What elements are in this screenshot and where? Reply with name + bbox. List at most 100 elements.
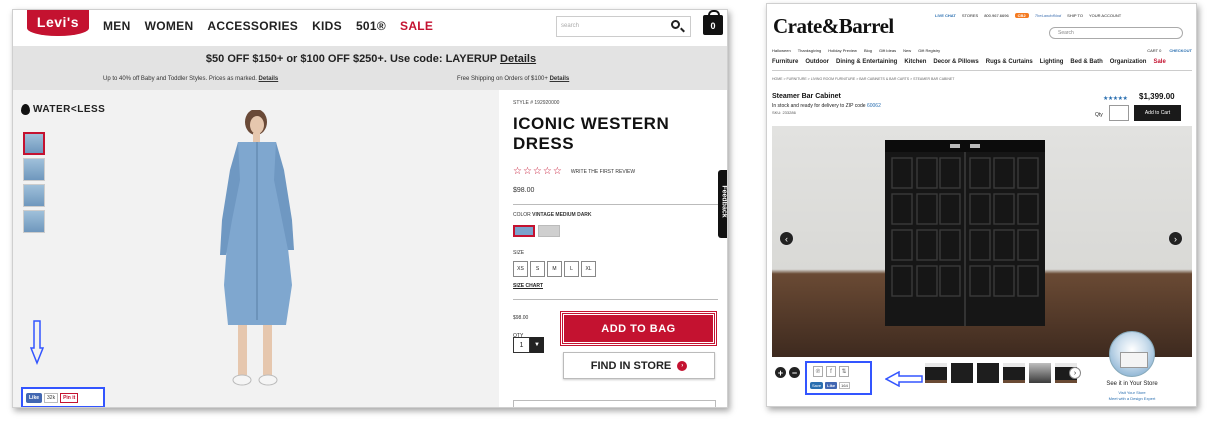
category-item[interactable]: Dining & Entertaining — [836, 59, 897, 65]
zoom-out-icon[interactable]: − — [789, 367, 800, 378]
levis-header: Levi's MEN WOMEN ACCESSORIES KIDS 501® S… — [13, 10, 727, 46]
meet-expert-link[interactable]: Meet with a Design Expert — [1089, 396, 1175, 401]
category-item[interactable]: Bed & Bath — [1070, 59, 1102, 65]
add-to-cart-button[interactable]: Add to Cart — [1134, 105, 1181, 121]
category-item[interactable]: Outdoor — [805, 59, 829, 65]
zoom-in-icon[interactable]: + — [775, 367, 786, 378]
nav-kids[interactable]: KIDS — [312, 19, 342, 33]
nav-sale[interactable]: SALE — [400, 19, 433, 33]
crate-logo[interactable]: Crate&Barrel — [773, 14, 894, 39]
thumbnail[interactable] — [23, 158, 45, 181]
qty-input[interactable] — [1109, 105, 1129, 121]
thumbnail[interactable] — [1029, 363, 1051, 383]
size-option[interactable]: L — [564, 261, 579, 277]
color-row: COLOR VINTAGE MEDIUM DARK — [513, 212, 718, 218]
product-title: ICONIC WESTERN DRESS — [513, 114, 670, 153]
account-link[interactable]: YOUR ACCOUNT — [1089, 13, 1121, 18]
facebook-like-button[interactable]: Like — [26, 392, 43, 403]
levis-search-input[interactable]: search — [556, 16, 691, 37]
cart-link[interactable]: CART 0 — [1147, 48, 1161, 53]
waterless-badge: WATER<LESS — [21, 104, 105, 115]
zip-link[interactable]: 60062 — [867, 103, 881, 109]
util-link[interactable]: Thanksgiving — [798, 48, 822, 53]
size-option[interactable]: M — [547, 261, 562, 277]
facebook-icon[interactable]: f — [826, 366, 836, 377]
bag-count: 0 — [710, 21, 716, 31]
category-item[interactable]: Decor & Pillows — [933, 59, 978, 65]
thumbnail[interactable] — [951, 363, 973, 383]
nav-men[interactable]: MEN — [103, 19, 131, 33]
pinterest-icon[interactable]: ℗ — [813, 366, 823, 377]
util-link[interactable]: Blog — [864, 48, 872, 53]
nav-501[interactable]: 501® — [356, 19, 386, 33]
live-chat-link[interactable]: LIVE CHAT — [935, 13, 956, 18]
util-link[interactable]: Halloween — [772, 48, 791, 53]
visit-store-link[interactable]: Visit Your Store — [1089, 390, 1175, 395]
category-item[interactable]: Furniture — [772, 59, 798, 65]
color-value: VINTAGE MEDIUM DARK — [532, 212, 592, 218]
next-image-button[interactable]: › — [1168, 231, 1183, 246]
divider — [513, 204, 718, 205]
cb2-link[interactable]: CB2 — [1014, 13, 1029, 18]
land-of-nod-link[interactable]: TheLandofNod — [1035, 13, 1061, 18]
facebook-like-button[interactable]: Like — [825, 382, 838, 389]
search-placeholder: Search — [1058, 30, 1074, 36]
util-link[interactable]: Gift Ideas — [879, 48, 896, 53]
category-item[interactable]: Kitchen — [904, 59, 926, 65]
size-label: SIZE — [513, 250, 525, 256]
search-icon[interactable] — [671, 20, 680, 29]
checkout-link[interactable]: CHECKOUT — [1169, 48, 1192, 53]
nav-accessories[interactable]: ACCESSORIES — [207, 19, 298, 33]
thumbnail[interactable] — [1003, 363, 1025, 383]
thumbnail[interactable] — [23, 184, 45, 207]
util-link[interactable]: Holiday Preview — [828, 48, 857, 53]
category-sale[interactable]: Sale — [1153, 59, 1165, 65]
nav-women[interactable]: WOMEN — [145, 19, 194, 33]
stores-link[interactable]: STORES — [962, 13, 978, 18]
pinterest-pin-button[interactable]: Pin it — [60, 392, 79, 403]
previous-image-button[interactable]: ‹ — [779, 231, 794, 246]
promo-sub-baby-link[interactable]: Details — [259, 76, 279, 82]
ship-to[interactable]: SHIP TO — [1067, 13, 1083, 18]
see-in-store-label: See it in Your Store — [1106, 381, 1158, 387]
category-item[interactable]: Rugs & Curtains — [986, 59, 1033, 65]
feedback-tab[interactable]: Feedback — [718, 170, 727, 238]
chevron-right-icon: › — [677, 360, 688, 371]
water-drop-icon — [21, 104, 30, 115]
write-review-link[interactable]: WRITE THE FIRST REVIEW — [571, 169, 635, 175]
thumbnail[interactable] — [977, 363, 999, 383]
share-icon[interactable]: ⇅ — [839, 366, 849, 377]
category-item[interactable]: Organization — [1110, 59, 1147, 65]
promo-details-link[interactable]: Details — [500, 53, 536, 65]
store-photo[interactable] — [1109, 331, 1155, 377]
swatch-selected[interactable] — [513, 225, 535, 237]
size-options: XS S M L XL — [513, 261, 718, 277]
util-link[interactable]: New — [903, 48, 911, 53]
thumbnail[interactable] — [925, 363, 947, 383]
sku: SKU: 233286 — [772, 110, 796, 115]
size-option[interactable]: S — [530, 261, 545, 277]
swatch[interactable] — [538, 225, 560, 237]
chevron-right-icon[interactable]: › — [1069, 367, 1081, 379]
breadcrumb[interactable]: HOME > FURNITURE > LIVING ROOM FURNITURE… — [772, 77, 954, 81]
chevron-down-icon[interactable]: ▼ — [530, 337, 544, 353]
size-option[interactable]: XL — [581, 261, 596, 277]
qty-select[interactable]: 1 ▼ — [513, 337, 544, 353]
add-to-bag-button[interactable]: ADD TO BAG — [560, 311, 717, 346]
size-chart-link[interactable]: SIZE CHART — [513, 283, 718, 289]
find-in-store-button[interactable]: FIND IN STORE › — [563, 352, 715, 379]
thumbnail[interactable] — [23, 210, 45, 233]
category-item[interactable]: Lighting — [1040, 59, 1064, 65]
crate-search-input[interactable]: Search — [1049, 27, 1183, 39]
levis-logo[interactable]: Levi's — [27, 10, 89, 36]
util-link[interactable]: Gift Registry — [918, 48, 940, 53]
thumbnail-strip — [925, 363, 1077, 383]
promo-sub-shipping-link[interactable]: Details — [550, 76, 570, 82]
size-option[interactable]: XS — [513, 261, 528, 277]
qty-value: 1 — [513, 337, 530, 353]
like-count: 32k — [44, 392, 59, 403]
save-button[interactable]: Save — [810, 382, 824, 389]
rating-stars[interactable]: ★★★★★ — [1103, 95, 1128, 102]
thumbnail[interactable] — [23, 132, 45, 155]
shopping-bag-icon[interactable]: 0 — [703, 10, 723, 35]
